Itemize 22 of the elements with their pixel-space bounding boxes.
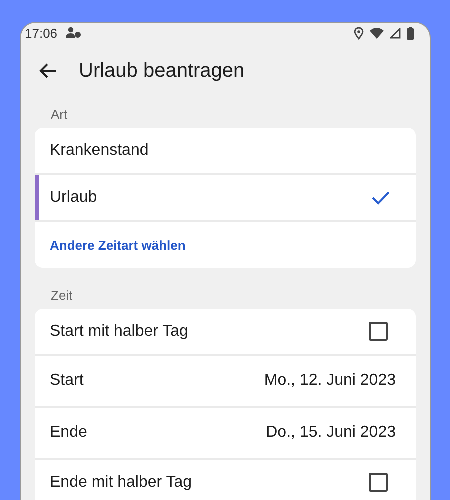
- date-value[interactable]: Do., 15. Juni 2023: [266, 424, 396, 442]
- row-label: Ende: [50, 424, 88, 442]
- wifi-icon: [370, 28, 384, 38]
- checkbox[interactable]: [369, 322, 388, 341]
- date-value[interactable]: Mo., 12. Juni 2023: [264, 372, 396, 390]
- screen-title: Urlaub beantragen: [79, 60, 245, 82]
- section-heading: Zeit: [50, 287, 74, 305]
- row-label: Start mit halber Tag: [50, 322, 188, 340]
- row-label: Ende mit halber Tag: [50, 474, 192, 492]
- section-heading: Art: [50, 106, 69, 124]
- time-type-option[interactable]: Urlaub: [35, 175, 416, 222]
- row-label: Start: [50, 372, 84, 390]
- checkmark-icon: [372, 190, 390, 204]
- location-icon: [354, 26, 364, 40]
- back-arrow-icon[interactable]: [39, 63, 57, 79]
- time-type-option[interactable]: Krankenstand: [35, 128, 416, 175]
- checkbox[interactable]: [369, 473, 388, 492]
- account-icon: [66, 27, 82, 39]
- battery-icon: [407, 26, 414, 40]
- signal-icon: [390, 28, 401, 38]
- status-time: 17:06: [25, 26, 58, 40]
- choose-other-type-link[interactable]: Andere Zeitart wählen: [50, 238, 186, 252]
